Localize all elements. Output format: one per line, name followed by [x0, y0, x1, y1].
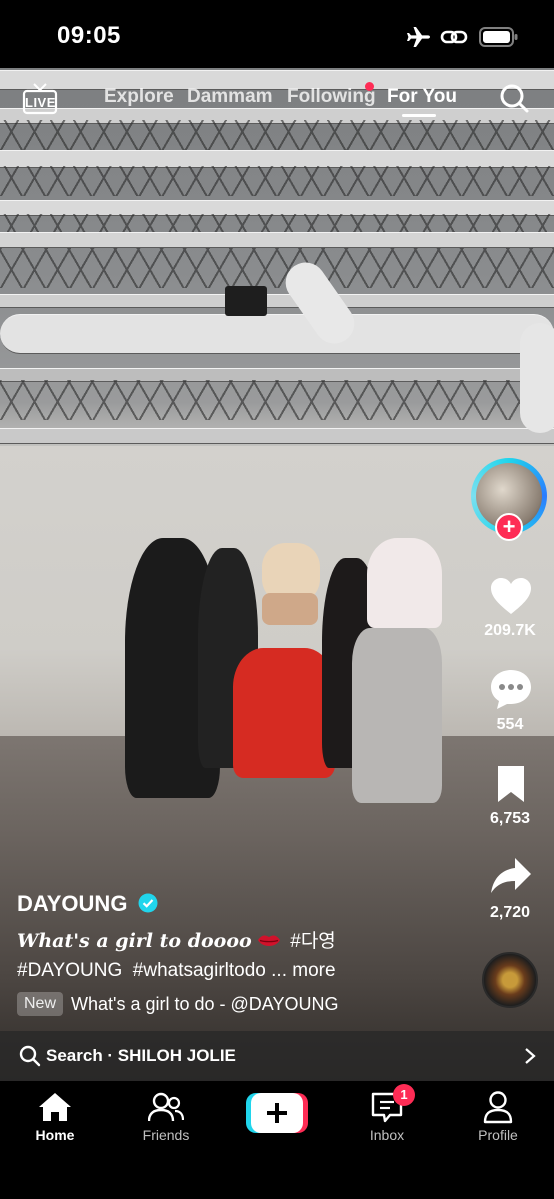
- comment-icon[interactable]: [489, 668, 533, 710]
- live-button[interactable]: LIVE: [22, 82, 58, 115]
- hashtag-list[interactable]: #DAYOUNG #whatsagirltodo: [17, 960, 266, 981]
- music-title[interactable]: What's a girl to do - @DAYOUNG: [71, 994, 338, 1015]
- link-icon: [440, 30, 468, 44]
- nav-home-label: Home: [35, 1127, 75, 1143]
- tab-explore[interactable]: Explore: [104, 86, 174, 108]
- tab-dammam[interactable]: Dammam: [187, 86, 273, 108]
- airplane-mode-icon: [407, 27, 430, 47]
- inbox-badge: 1: [393, 1084, 415, 1106]
- music-row[interactable]: New What's a girl to do - @DAYOUNG: [17, 992, 338, 1016]
- username-text[interactable]: DAYOUNG: [17, 891, 127, 916]
- search-icon[interactable]: [498, 82, 530, 114]
- search-icon: [19, 1045, 41, 1067]
- plus-icon: [267, 1103, 287, 1123]
- nav-friends-label: Friends: [142, 1127, 190, 1143]
- lips-emoji-icon: [257, 935, 280, 946]
- create-post-button[interactable]: [246, 1093, 308, 1133]
- following-dot: [365, 82, 374, 91]
- status-time: 09:05: [57, 22, 121, 49]
- verified-badge-icon: [138, 893, 158, 913]
- share-icon[interactable]: [489, 856, 533, 896]
- post-hashtags: #DAYOUNG #whatsagirltodo ... more: [17, 960, 336, 982]
- post-username[interactable]: DAYOUNG: [17, 891, 158, 917]
- action-rail: + 209.7K 554 6,753 2,720: [470, 458, 550, 1018]
- battery-icon: [479, 27, 518, 47]
- search-suggestion-text: Search · SHILOH JOLIE: [46, 1046, 236, 1065]
- nav-inbox-label: Inbox: [369, 1127, 405, 1143]
- caption-hashtag[interactable]: #다영: [290, 931, 336, 952]
- friends-icon: [148, 1092, 184, 1122]
- post-caption: What's a girl to doooo #다영: [17, 926, 336, 953]
- music-disc[interactable]: [482, 952, 538, 1008]
- new-badge: New: [17, 992, 64, 1016]
- top-nav: LIVE Explore Dammam Following For You: [0, 78, 554, 118]
- status-bar: 09:05: [0, 0, 554, 68]
- more-link[interactable]: ... more: [271, 960, 335, 981]
- like-count: 209.7K: [484, 622, 536, 639]
- live-label: LIVE: [25, 95, 56, 110]
- chevron-right-icon: [525, 1048, 536, 1064]
- heart-icon[interactable]: [489, 576, 533, 616]
- tab-following[interactable]: Following: [287, 86, 376, 108]
- nav-profile-label: Profile: [478, 1127, 518, 1143]
- home-icon: [39, 1093, 71, 1121]
- share-count: 2,720: [489, 904, 531, 921]
- bookmark-icon[interactable]: [494, 764, 528, 804]
- follow-plus-button[interactable]: +: [495, 513, 523, 541]
- active-tab-indicator: [402, 114, 436, 117]
- profile-icon: [483, 1091, 513, 1124]
- caption-text: What's a girl to doooo: [17, 930, 252, 952]
- bottom-nav: Home Friends 1 Inbox Profile: [0, 1081, 554, 1199]
- search-suggestion-bar[interactable]: Search · SHILOH JOLIE: [0, 1031, 554, 1081]
- comment-count: 554: [496, 716, 524, 733]
- save-count: 6,753: [489, 810, 531, 827]
- tab-for-you[interactable]: For You: [387, 86, 457, 108]
